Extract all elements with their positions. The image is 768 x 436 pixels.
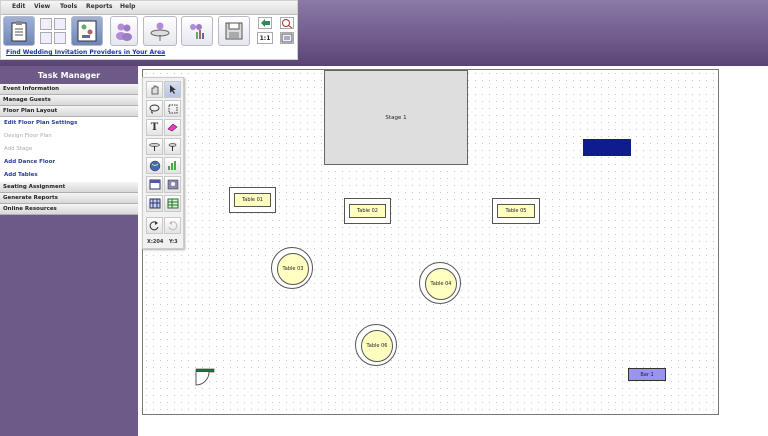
seating-button[interactable]: [143, 16, 177, 46]
table-label: Table 05: [505, 208, 527, 214]
door-icon[interactable]: [195, 368, 215, 386]
table-05[interactable]: Table 05: [492, 198, 540, 224]
paste-icon[interactable]: [54, 32, 66, 44]
chart-icon[interactable]: [164, 157, 181, 174]
table-label: Table 02: [357, 208, 378, 214]
guests-button[interactable]: [110, 16, 138, 46]
zoom-actual-size-button[interactable]: 1:1: [257, 32, 273, 44]
globe-icon[interactable]: [146, 157, 163, 174]
section-floor-plan-layout[interactable]: Floor Plan Layout: [0, 106, 138, 117]
copy-icon[interactable]: [40, 32, 52, 44]
people-icon: [116, 23, 132, 41]
grid-icon[interactable]: [146, 195, 163, 212]
task-manager-title: Task Manager: [37, 71, 101, 80]
menu-help[interactable]: Help: [120, 3, 135, 10]
section-generate-reports[interactable]: Generate Reports: [0, 193, 138, 204]
menu-view[interactable]: View: [34, 3, 50, 10]
stage[interactable]: Stage 1: [324, 70, 468, 165]
fit-screen-icon[interactable]: [280, 32, 294, 44]
floppy-disk-icon: [225, 22, 243, 40]
menu-reports[interactable]: Reports: [86, 3, 113, 10]
bar[interactable]: Bar 1: [628, 368, 666, 381]
guest-report-icon: [190, 24, 204, 39]
table-label: Table 06: [366, 343, 388, 349]
lasso-icon[interactable]: [146, 100, 163, 117]
table-label: Table 03: [282, 266, 304, 272]
spreadsheet-icon[interactable]: [164, 195, 181, 212]
section-event-information[interactable]: Event Information: [0, 84, 138, 95]
table-01[interactable]: Table 01: [229, 187, 276, 213]
table-04[interactable]: Table 04: [419, 262, 461, 304]
marquee-select-icon[interactable]: [164, 100, 181, 117]
section-seating-assignment[interactable]: Seating Assignment: [0, 182, 138, 193]
dance-floor[interactable]: [583, 139, 631, 156]
section-manage-guests[interactable]: Manage Guests: [0, 95, 138, 106]
add-tables-link[interactable]: Add Tables: [0, 169, 138, 182]
add-cocktail-table-icon[interactable]: [164, 138, 181, 155]
task-manager-panel: Task Manager Event Information Manage Gu…: [0, 67, 138, 215]
add-stage-link: Add Stage: [0, 143, 138, 156]
add-dance-floor-link[interactable]: Add Dance Floor: [0, 156, 138, 169]
menu-tools[interactable]: Tools: [60, 3, 77, 10]
table-label: Table 04: [430, 281, 452, 287]
menu-bar: Edit View Tools Reports Help: [1, 1, 297, 15]
eraser-icon[interactable]: [164, 119, 181, 136]
y-coordinate-readout: Y:3: [169, 239, 178, 245]
x-coordinate-readout: X:204: [147, 239, 164, 245]
task-list-button[interactable]: [3, 16, 35, 46]
zoom-icon[interactable]: [280, 17, 294, 29]
add-table-icon[interactable]: [146, 138, 163, 155]
bar-label: Bar 1: [640, 371, 654, 378]
print-icon[interactable]: [54, 18, 66, 30]
reports-button[interactable]: [181, 16, 213, 46]
select-arrow-icon[interactable]: [164, 81, 181, 98]
invitation-providers-link[interactable]: Find Wedding Invitation Providers in You…: [6, 49, 165, 56]
pan-hand-icon[interactable]: [146, 81, 163, 98]
clipboard-icon: [11, 21, 27, 42]
table-02[interactable]: Table 02: [344, 198, 391, 224]
design-floor-plan-link: Design Floor Plan: [0, 130, 138, 143]
drawing-tools-palette: T X:204 Y:3: [142, 77, 184, 249]
table-03[interactable]: Table 03: [271, 247, 313, 289]
rotate-left-icon[interactable]: [146, 217, 163, 234]
edit-floor-plan-settings-link[interactable]: Edit Floor Plan Settings: [0, 117, 138, 130]
floor-plan-icon: [77, 20, 97, 42]
calendar-icon[interactable]: [146, 176, 163, 193]
section-online-resources[interactable]: Online Resources: [0, 204, 138, 215]
text-tool-icon[interactable]: T: [146, 119, 163, 136]
photo-icon[interactable]: [164, 176, 181, 193]
page-icon[interactable]: [40, 18, 52, 30]
table-seating-icon: [150, 22, 170, 41]
table-label: Table 01: [242, 197, 263, 203]
rotate-right-icon[interactable]: [164, 217, 181, 234]
toolbar: Edit View Tools Reports Help 1:1 Find We…: [0, 0, 298, 60]
table-06[interactable]: Table 06: [355, 324, 397, 366]
save-button[interactable]: [218, 16, 250, 46]
undo-arrow-icon[interactable]: [258, 17, 272, 29]
stage-label: Stage 1: [385, 114, 407, 121]
floor-plan-button[interactable]: [71, 16, 103, 46]
menu-edit[interactable]: Edit: [12, 3, 25, 10]
